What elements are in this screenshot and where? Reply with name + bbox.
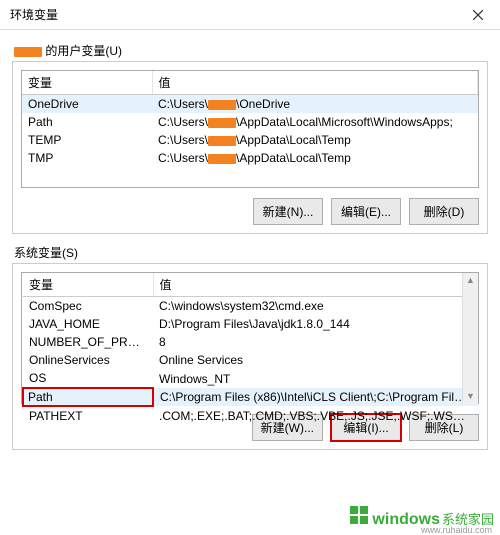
cell-var-path: Path — [23, 388, 153, 406]
new-user-var-button[interactable]: 新建(N)... — [253, 198, 323, 225]
table-row[interactable]: OnlineServices Online Services — [23, 351, 478, 369]
table-row[interactable]: ComSpec C:\windows\system32\cmd.exe — [23, 297, 478, 316]
table-row[interactable]: Path C:\Users\\AppData\Local\Microsoft\W… — [22, 113, 478, 131]
scroll-up-icon: ▲ — [466, 273, 475, 287]
user-vars-group: 变量 值 OneDrive C:\Users\\OneDrive Path C:… — [12, 61, 488, 234]
cell-val: C:\Program Files (x86)\Intel\iCLS Client… — [153, 388, 478, 406]
col-header-variable[interactable]: 变量 — [22, 71, 152, 95]
user-vars-table-wrap: 变量 值 OneDrive C:\Users\\OneDrive Path C:… — [21, 70, 479, 188]
close-icon — [473, 10, 483, 20]
table-row[interactable]: NUMBER_OF_PROCESSORS 8 — [23, 333, 478, 351]
cell-var: TEMP — [22, 131, 152, 149]
table-header-row: 变量 值 — [23, 273, 478, 297]
table-header-row: 变量 值 — [22, 71, 478, 95]
redacted-username — [14, 47, 42, 57]
cell-val: Windows_NT — [153, 369, 478, 388]
cell-val: C:\Users\\AppData\Local\Microsoft\Window… — [152, 113, 478, 131]
delete-user-var-button[interactable]: 删除(D) — [409, 198, 479, 225]
cell-val: C:\windows\system32\cmd.exe — [153, 297, 478, 316]
cell-var: PATHEXT — [23, 406, 153, 425]
cell-var: JAVA_HOME — [23, 315, 153, 333]
scrollbar[interactable]: ▲ ▼ — [462, 273, 478, 403]
table-row[interactable]: TMP C:\Users\\AppData\Local\Temp — [22, 149, 478, 167]
system-vars-table[interactable]: 变量 值 ComSpec C:\windows\system32\cmd.exe… — [22, 273, 478, 425]
user-vars-label: 的用户变量(U) — [14, 42, 486, 59]
table-row[interactable]: OneDrive C:\Users\\OneDrive — [22, 95, 478, 114]
cell-var: OnlineServices — [23, 351, 153, 369]
close-button[interactable] — [466, 5, 490, 25]
window-title: 环境变量 — [10, 6, 58, 23]
cell-val: C:\Users\\OneDrive — [152, 95, 478, 114]
cell-val: C:\Users\\AppData\Local\Temp — [152, 131, 478, 149]
system-vars-group: 变量 值 ComSpec C:\windows\system32\cmd.exe… — [12, 263, 488, 450]
cell-var: ComSpec — [23, 297, 153, 316]
edit-user-var-button[interactable]: 编辑(E)... — [331, 198, 401, 225]
windows-logo-icon — [350, 506, 370, 524]
table-row[interactable]: TEMP C:\Users\\AppData\Local\Temp — [22, 131, 478, 149]
table-row[interactable]: JAVA_HOME D:\Program Files\Java\jdk1.8.0… — [23, 315, 478, 333]
system-vars-label: 系统变量(S) — [14, 244, 486, 261]
watermark-url: www.ruhaidu.com — [421, 525, 492, 535]
table-row[interactable]: PATHEXT .COM;.EXE;.BAT;.CMD;.VBS;.VBE;.J… — [23, 406, 478, 425]
user-vars-table[interactable]: 变量 值 OneDrive C:\Users\\OneDrive Path C:… — [22, 71, 478, 167]
table-row-path[interactable]: Path C:\Program Files (x86)\Intel\iCLS C… — [23, 388, 478, 406]
col-header-value[interactable]: 值 — [152, 71, 478, 95]
cell-var: NUMBER_OF_PROCESSORS — [23, 333, 153, 351]
col-header-variable[interactable]: 变量 — [23, 273, 153, 297]
col-header-value[interactable]: 值 — [153, 273, 478, 297]
cell-var: TMP — [22, 149, 152, 167]
cell-val: C:\Users\\AppData\Local\Temp — [152, 149, 478, 167]
cell-val: .COM;.EXE;.BAT;.CMD;.VBS;.VBE;.JS;.JSE;.… — [153, 406, 478, 425]
cell-val: D:\Program Files\Java\jdk1.8.0_144 — [153, 315, 478, 333]
user-vars-buttons: 新建(N)... 编辑(E)... 删除(D) — [21, 198, 479, 225]
cell-var: OneDrive — [22, 95, 152, 114]
system-vars-table-wrap: 变量 值 ComSpec C:\windows\system32\cmd.exe… — [21, 272, 479, 404]
cell-val: Online Services — [153, 351, 478, 369]
cell-val: 8 — [153, 333, 478, 351]
titlebar: 环境变量 — [0, 0, 500, 30]
dialog-content: 的用户变量(U) 变量 值 OneDrive C:\Users\\OneDriv… — [0, 30, 500, 454]
cell-var: OS — [23, 369, 153, 388]
cell-var: Path — [22, 113, 152, 131]
table-row[interactable]: OS Windows_NT — [23, 369, 478, 388]
scroll-down-icon: ▼ — [466, 389, 475, 403]
